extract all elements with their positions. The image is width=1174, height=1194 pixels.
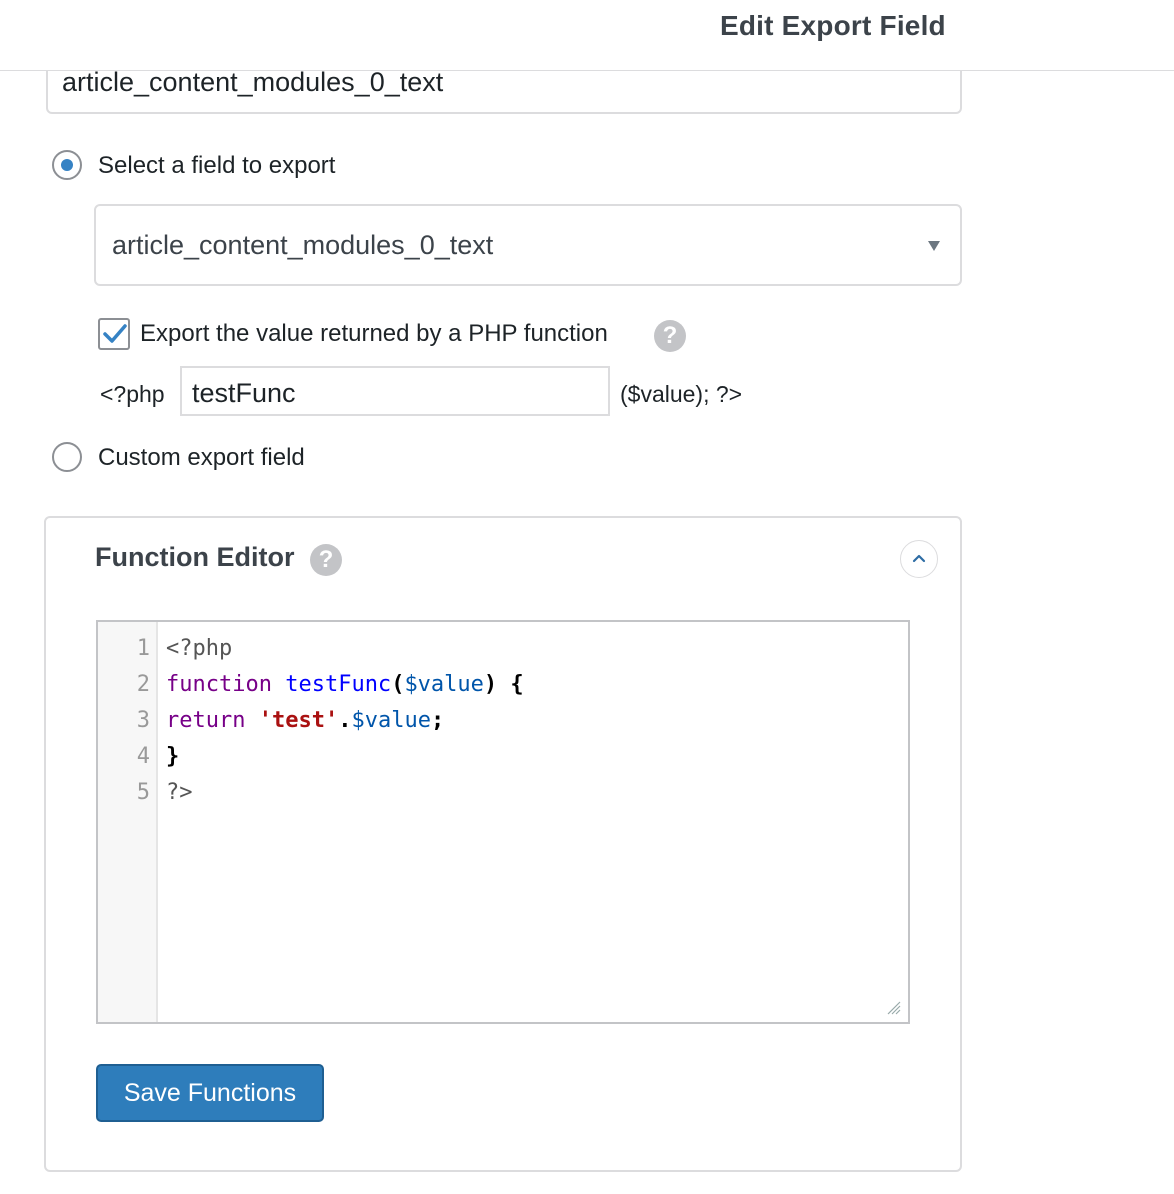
custom-export-field-radio[interactable]	[52, 442, 82, 472]
custom-export-field-label: Custom export field	[98, 444, 305, 471]
modal-title: Edit Export Field	[720, 10, 946, 41]
paren-brace-token: ) {	[483, 672, 524, 697]
php-close-tag: ($value); ?>	[620, 381, 743, 407]
line-number-gutter: 1 2 3 4 5	[98, 622, 158, 1022]
code-line-2: function testFunc($value) {	[166, 672, 524, 697]
php-function-name-value: testFunc	[192, 378, 296, 408]
line-number: 1	[136, 636, 150, 661]
function-editor-title: Function Editor	[95, 542, 295, 572]
field-select-value: article_content_modules_0_text	[112, 230, 494, 260]
variable-token: $value	[351, 708, 431, 733]
export-field-name-value: article_content_modules_0_text	[62, 67, 444, 97]
help-icon[interactable]: ?	[654, 320, 686, 352]
select-field-radio[interactable]	[52, 150, 82, 180]
code-editor[interactable]: 1 2 3 4 5 <?php function testFunc($value…	[96, 620, 910, 1024]
string-token: 'test'	[258, 708, 339, 733]
php-function-checkbox[interactable]	[98, 318, 130, 350]
field-select-dropdown[interactable]: article_content_modules_0_text	[94, 204, 962, 286]
checkmark-icon	[103, 324, 127, 343]
variable-token: $value	[404, 672, 484, 697]
keyword-token: function	[166, 672, 272, 697]
function-name-token: testFunc	[285, 672, 392, 697]
php-function-checkbox-label: Export the value returned by a PHP funct…	[140, 320, 608, 347]
php-function-name-input[interactable]: testFunc	[180, 366, 610, 416]
collapse-panel-button[interactable]	[900, 540, 938, 578]
chevron-down-icon	[928, 241, 940, 251]
php-open-token: <?php	[166, 636, 233, 661]
semicolon-token: ;	[430, 708, 445, 733]
help-icon[interactable]: ?	[310, 544, 342, 576]
chevron-up-icon	[912, 554, 926, 563]
code-line-3: return 'test'.$value;	[166, 708, 444, 733]
save-functions-button[interactable]: Save Functions	[96, 1064, 324, 1122]
code-line-4: }	[166, 744, 179, 769]
concat-token: .	[338, 708, 352, 733]
line-number: 5	[136, 780, 150, 805]
resize-grip-icon[interactable]	[884, 998, 902, 1016]
brace-token: }	[166, 744, 180, 769]
modal-header: Edit Export Field	[0, 0, 1174, 71]
code-line-5: ?>	[166, 780, 193, 805]
php-open-tag: <?php	[100, 381, 165, 407]
select-field-radio-label: Select a field to export	[98, 152, 336, 179]
php-close-token: ?>	[166, 780, 193, 805]
keyword-token: return	[166, 708, 246, 733]
line-number: 2	[136, 672, 150, 697]
paren-token: (	[391, 672, 405, 697]
code-line-1: <?php	[166, 636, 232, 661]
line-number: 3	[136, 708, 150, 733]
line-number: 4	[136, 744, 150, 769]
